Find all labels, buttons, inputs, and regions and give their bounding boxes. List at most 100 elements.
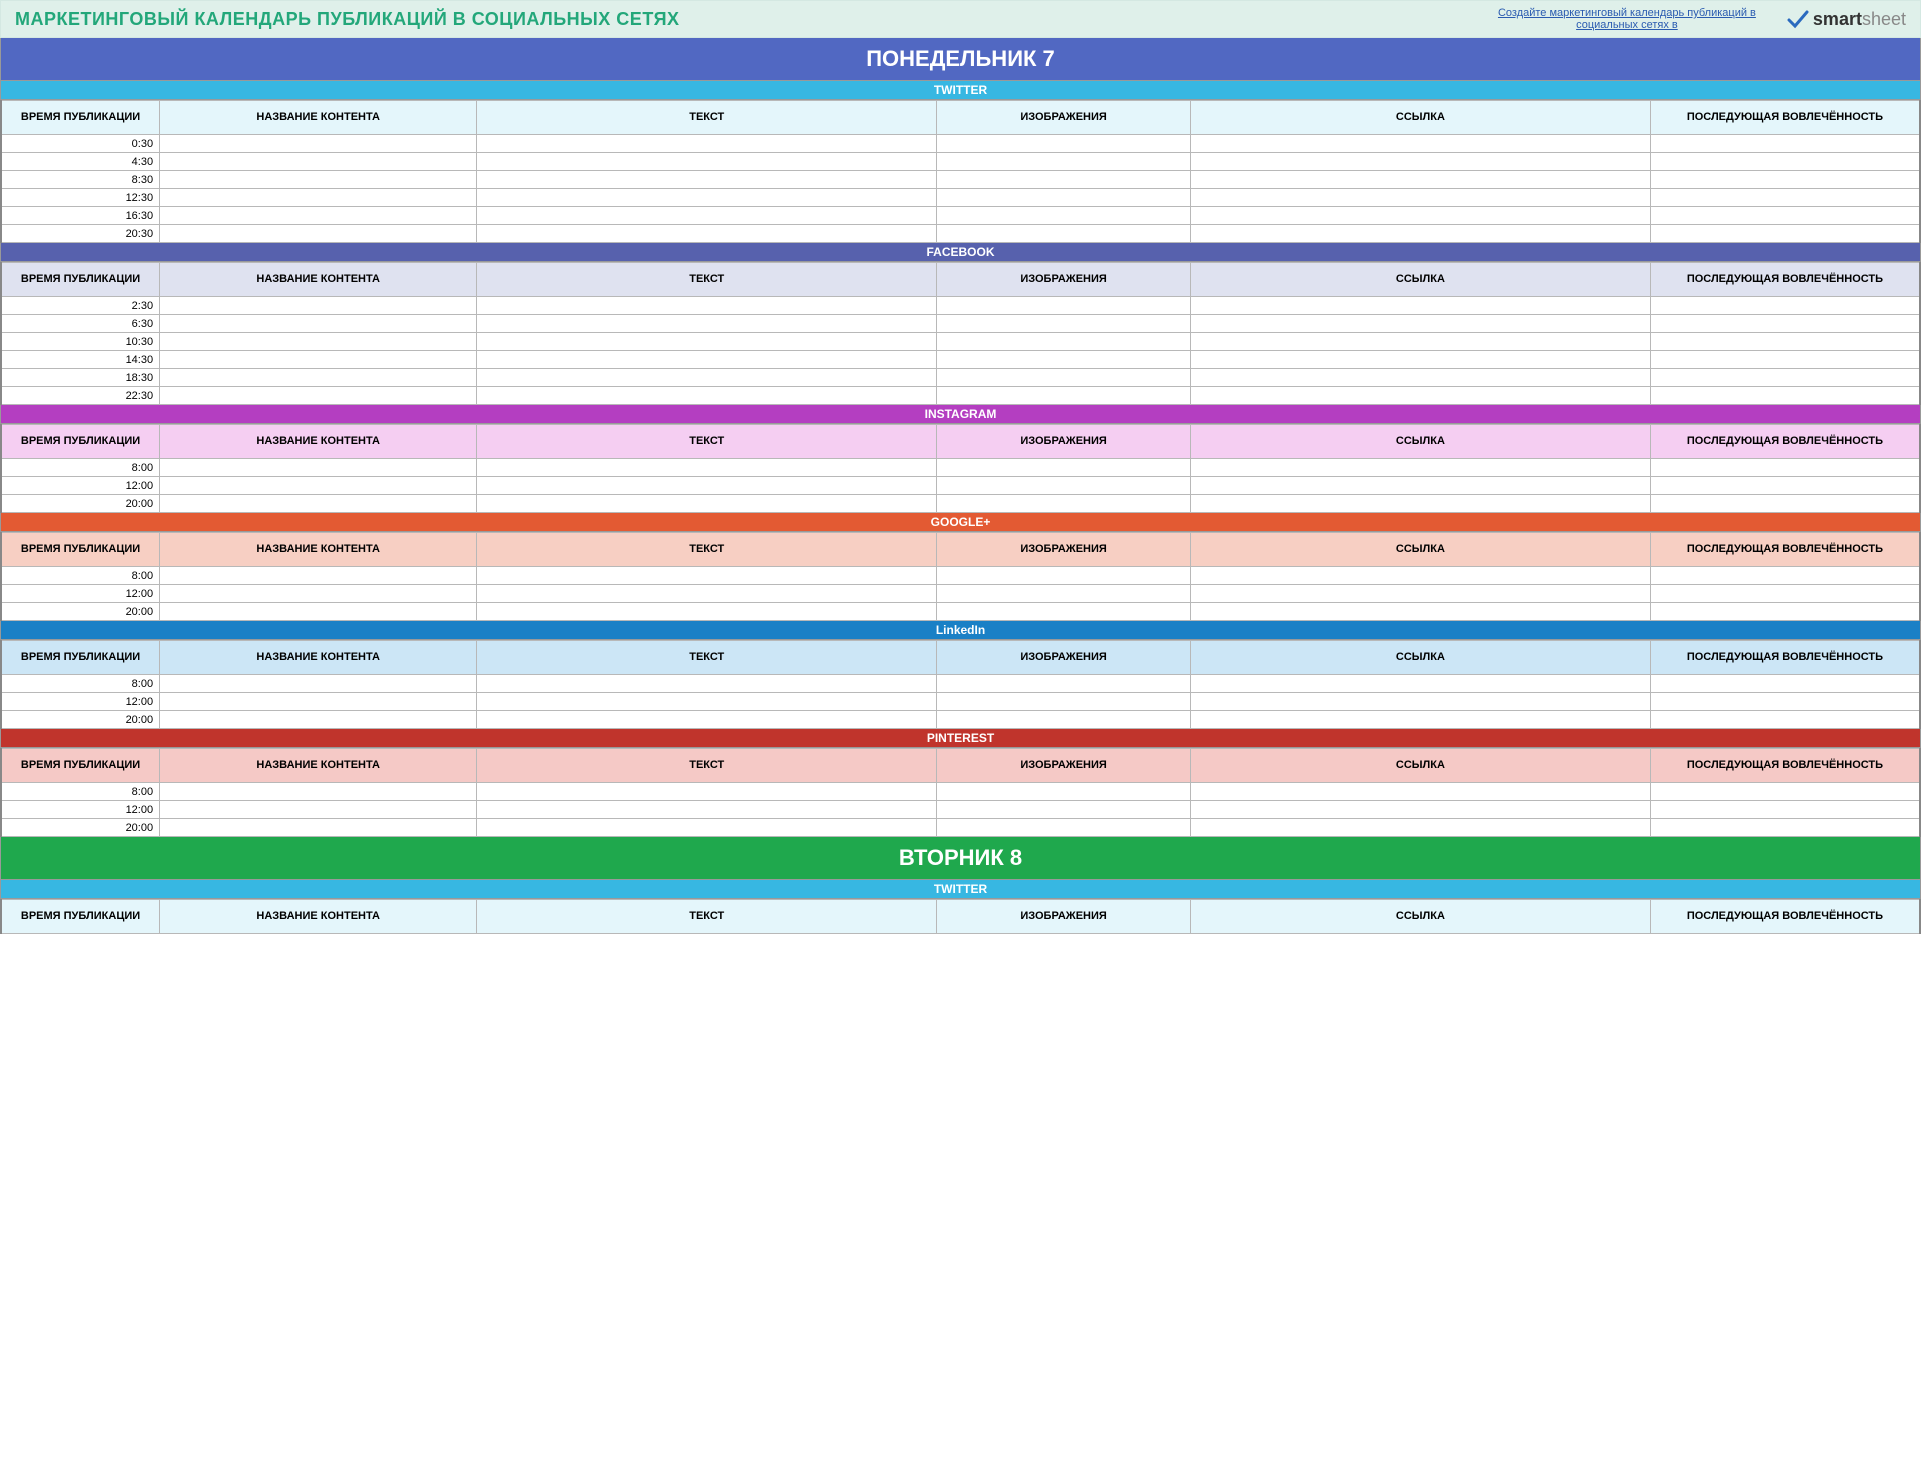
data-cell[interactable] <box>1190 135 1650 153</box>
data-cell[interactable] <box>160 333 477 351</box>
data-cell[interactable] <box>1650 207 1920 225</box>
data-cell[interactable] <box>937 459 1191 477</box>
time-cell[interactable]: 12:00 <box>1 693 160 711</box>
data-cell[interactable] <box>1650 225 1920 243</box>
data-cell[interactable] <box>160 693 477 711</box>
data-cell[interactable] <box>937 387 1191 405</box>
data-cell[interactable] <box>1650 783 1920 801</box>
data-cell[interactable] <box>937 315 1191 333</box>
time-cell[interactable]: 2:30 <box>1 297 160 315</box>
data-cell[interactable] <box>477 135 937 153</box>
time-cell[interactable]: 0:30 <box>1 135 160 153</box>
data-cell[interactable] <box>937 675 1191 693</box>
data-cell[interactable] <box>1190 297 1650 315</box>
data-cell[interactable] <box>160 315 477 333</box>
data-cell[interactable] <box>1650 153 1920 171</box>
data-cell[interactable] <box>937 711 1191 729</box>
data-cell[interactable] <box>937 801 1191 819</box>
time-cell[interactable]: 8:00 <box>1 459 160 477</box>
data-cell[interactable] <box>1650 315 1920 333</box>
data-cell[interactable] <box>937 693 1191 711</box>
data-cell[interactable] <box>937 567 1191 585</box>
time-cell[interactable]: 8:00 <box>1 783 160 801</box>
data-cell[interactable] <box>1650 369 1920 387</box>
data-cell[interactable] <box>160 207 477 225</box>
data-cell[interactable] <box>1190 495 1650 513</box>
time-cell[interactable]: 14:30 <box>1 351 160 369</box>
data-cell[interactable] <box>1190 693 1650 711</box>
time-cell[interactable]: 12:00 <box>1 585 160 603</box>
time-cell[interactable]: 8:00 <box>1 675 160 693</box>
data-cell[interactable] <box>1650 459 1920 477</box>
data-cell[interactable] <box>1190 711 1650 729</box>
data-cell[interactable] <box>160 171 477 189</box>
data-cell[interactable] <box>1650 297 1920 315</box>
time-cell[interactable]: 22:30 <box>1 387 160 405</box>
time-cell[interactable]: 8:00 <box>1 567 160 585</box>
data-cell[interactable] <box>477 819 937 837</box>
data-cell[interactable] <box>1190 477 1650 495</box>
data-cell[interactable] <box>1190 153 1650 171</box>
data-cell[interactable] <box>160 225 477 243</box>
data-cell[interactable] <box>477 783 937 801</box>
data-cell[interactable] <box>1650 675 1920 693</box>
data-cell[interactable] <box>477 333 937 351</box>
data-cell[interactable] <box>1190 675 1650 693</box>
data-cell[interactable] <box>160 801 477 819</box>
data-cell[interactable] <box>477 567 937 585</box>
data-cell[interactable] <box>477 711 937 729</box>
data-cell[interactable] <box>160 675 477 693</box>
time-cell[interactable]: 20:00 <box>1 711 160 729</box>
data-cell[interactable] <box>160 351 477 369</box>
data-cell[interactable] <box>160 603 477 621</box>
data-cell[interactable] <box>477 369 937 387</box>
data-cell[interactable] <box>160 567 477 585</box>
data-cell[interactable] <box>160 783 477 801</box>
data-cell[interactable] <box>1650 693 1920 711</box>
data-cell[interactable] <box>1650 189 1920 207</box>
data-cell[interactable] <box>477 801 937 819</box>
time-cell[interactable]: 10:30 <box>1 333 160 351</box>
data-cell[interactable] <box>937 297 1191 315</box>
data-cell[interactable] <box>477 207 937 225</box>
data-cell[interactable] <box>937 603 1191 621</box>
data-cell[interactable] <box>1190 567 1650 585</box>
time-cell[interactable]: 4:30 <box>1 153 160 171</box>
data-cell[interactable] <box>477 351 937 369</box>
data-cell[interactable] <box>937 333 1191 351</box>
time-cell[interactable]: 16:30 <box>1 207 160 225</box>
data-cell[interactable] <box>160 135 477 153</box>
data-cell[interactable] <box>937 495 1191 513</box>
smartsheet-logo[interactable]: smartsheet <box>1787 8 1906 30</box>
data-cell[interactable] <box>1650 711 1920 729</box>
data-cell[interactable] <box>1190 783 1650 801</box>
data-cell[interactable] <box>1650 495 1920 513</box>
data-cell[interactable] <box>160 297 477 315</box>
data-cell[interactable] <box>1650 801 1920 819</box>
data-cell[interactable] <box>937 171 1191 189</box>
data-cell[interactable] <box>1650 603 1920 621</box>
data-cell[interactable] <box>937 585 1191 603</box>
data-cell[interactable] <box>160 477 477 495</box>
data-cell[interactable] <box>477 387 937 405</box>
data-cell[interactable] <box>1650 567 1920 585</box>
data-cell[interactable] <box>160 495 477 513</box>
data-cell[interactable] <box>160 153 477 171</box>
data-cell[interactable] <box>477 189 937 207</box>
data-cell[interactable] <box>1190 189 1650 207</box>
create-calendar-link[interactable]: Создайте маркетинговый календарь публика… <box>1477 7 1777 31</box>
data-cell[interactable] <box>477 153 937 171</box>
data-cell[interactable] <box>937 351 1191 369</box>
data-cell[interactable] <box>477 495 937 513</box>
time-cell[interactable]: 20:00 <box>1 819 160 837</box>
data-cell[interactable] <box>1650 333 1920 351</box>
data-cell[interactable] <box>477 477 937 495</box>
data-cell[interactable] <box>1190 315 1650 333</box>
time-cell[interactable]: 20:00 <box>1 603 160 621</box>
data-cell[interactable] <box>477 675 937 693</box>
time-cell[interactable]: 12:30 <box>1 189 160 207</box>
data-cell[interactable] <box>1190 603 1650 621</box>
time-cell[interactable]: 6:30 <box>1 315 160 333</box>
data-cell[interactable] <box>477 225 937 243</box>
time-cell[interactable]: 12:00 <box>1 477 160 495</box>
